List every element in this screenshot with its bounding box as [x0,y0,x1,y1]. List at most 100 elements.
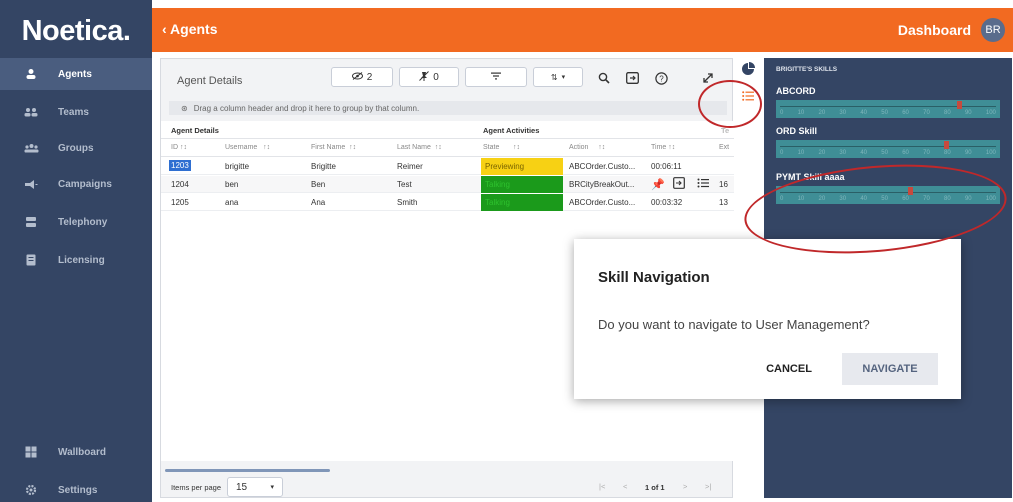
list-icon[interactable] [742,88,754,106]
sidebar-item-agents[interactable]: Agents [0,58,152,90]
dashboard-link[interactable]: Dashboard [898,22,971,38]
items-per-page-select[interactable]: 15 ▾ [227,477,283,497]
sidebar-item-campaigns[interactable]: Campaigns [0,168,152,200]
skill-scale-tick: 50 [881,150,888,156]
skill-level-bar[interactable]: 0 10 20 30 40 50 60 70 80 90 100 [776,186,1000,204]
first-page-icon[interactable]: |< [599,482,605,491]
filter-icon [491,72,501,83]
sidebar-item-settings[interactable]: Settings [0,474,152,502]
cell-action: ABCOrder.Custo... [569,162,636,171]
prev-page-icon[interactable]: < [623,482,627,491]
col-header-id[interactable]: ID ↑↕ [171,144,187,151]
groups-icon [20,143,42,153]
skill-scale-tick: 30 [839,110,847,116]
skill-scale-tick: 20 [818,150,826,156]
col-header-username[interactable]: Username ↑↕ [225,144,270,151]
dialog-title: Skill Navigation [598,269,710,286]
col-header-ext[interactable]: Ext [719,144,729,151]
dialog-message: Do you want to navigate to User Manageme… [598,317,870,332]
sidebar-item-licensing[interactable]: Licensing [0,244,152,276]
filter-button[interactable] [465,67,527,87]
pinned-count: 0 [433,71,439,83]
table-row[interactable]: 1204 ben Ben Test Talking BRCityBreakOut… [161,176,734,193]
items-per-page-label: Items per page [171,483,222,492]
hidden-columns-button[interactable]: 2 [331,67,393,87]
skill-scale-tick: 30 [839,150,847,156]
skill-scale-tick: 100 [985,110,996,116]
group-header-truncated: Te [721,126,730,135]
skill-scale-tick: 70 [923,110,930,116]
sidebar-item-label: Telephony [58,216,108,228]
col-header-first-name[interactable]: First Name ↑↕ [311,144,356,151]
back-link-agents[interactable]: ‹ Agents [162,21,217,37]
cell-action: ABCOrder.Custo... [569,198,636,207]
col-header-state[interactable]: State ↑↕ [483,144,520,151]
horizontal-scrollbar[interactable] [165,469,330,472]
cell-state: Talking [485,198,510,207]
table-row[interactable]: 1203 brigitte Brigitte Reimer Previewing… [161,158,734,175]
skill-scale-tick: 80 [944,110,951,116]
help-icon[interactable]: ? [652,69,670,87]
group-drop-zone[interactable]: ⊛ Drag a column header and drop it here … [169,101,727,115]
skill-scale-tick: 0 [780,196,784,202]
col-header-action[interactable]: Action ↑↕ [569,144,605,151]
table-row[interactable]: 1205 ana Ana Smith Talking ABCOrder.Cust… [161,194,734,211]
noetica-logo: Noetica. [6,8,146,54]
sidebar-item-label: Campaigns [58,178,112,190]
next-page-icon[interactable]: > [683,482,687,491]
cell-state: Talking [485,180,510,189]
skill-scale-tick: 0 [780,110,784,116]
sidebar-item-telephony[interactable]: Telephony [0,206,152,238]
cell-id-selected[interactable]: 1203 [169,160,191,171]
last-page-icon[interactable]: >| [705,482,711,491]
eye-off-icon [351,71,363,83]
cell-first-name: Brigitte [311,162,336,171]
skill-level-marker[interactable] [944,141,950,149]
skill-name: ORD Skill [776,126,818,136]
sort-dropdown-button[interactable]: ⇅ ▾ [533,67,583,87]
sidebar-item-groups[interactable]: Groups [0,132,152,164]
cell-username: brigitte [225,162,250,171]
skill-scale-tick: 40 [860,196,868,202]
sidebar-item-label: Agents [58,68,92,80]
skill-scale-tick: 70 [923,150,930,156]
search-icon[interactable] [595,69,613,87]
row-menu-icon[interactable] [697,178,709,190]
cell-id: 1205 [171,198,189,207]
telephony-icon [20,216,42,228]
export-icon[interactable] [623,69,641,87]
skill-level-marker[interactable] [907,187,913,195]
skill-scale-tick: 50 [881,110,888,116]
skill-scale: 0 10 20 30 40 50 60 70 80 90 100 [780,110,996,117]
cell-ext: 13 [719,198,728,207]
skill-scale-tick: 90 [964,110,972,116]
group-header-agent-details: Agent Details [171,126,219,135]
cell-first-name: Ben [311,180,326,189]
avatar[interactable]: BR [981,18,1005,42]
pin-icon[interactable]: 📌 [651,178,665,191]
cell-last-name: Smith [397,198,418,207]
cancel-button[interactable]: CANCEL [754,353,824,385]
sidebar-item-wallboard[interactable]: Wallboard [0,436,152,468]
row-export-icon[interactable] [673,177,685,191]
skill-scale-tick: 10 [797,110,805,116]
skill-scale-tick: 20 [818,196,826,202]
cell-username: ana [225,198,239,207]
skill-level-marker[interactable] [957,101,963,109]
hidden-count: 2 [366,71,373,83]
pie-chart-icon[interactable] [741,62,755,81]
sidebar-item-teams[interactable]: Teams [0,96,152,128]
svg-text:?: ? [659,74,664,83]
column-header-row: ID ↑↕ Username ↑↕ First Name ↑↕ Last Nam… [161,139,734,157]
skill-scale-tick: 20 [818,110,826,116]
navigate-button[interactable]: NAVIGATE [842,353,938,385]
col-header-last-name[interactable]: Last Name ↑↕ [397,144,442,151]
megaphone-icon [20,179,42,190]
unpin-button[interactable]: 0 [399,67,459,87]
col-header-time[interactable]: Time ↑↕ [651,144,675,151]
skill-navigation-dialog: Skill Navigation Do you want to navigate… [574,239,961,399]
skill-level-bar[interactable]: 0 10 20 30 40 50 60 70 80 90 100 [776,100,1000,118]
top-bar: ‹ Agents Dashboard BR [152,8,1013,52]
expand-icon[interactable] [699,69,717,87]
skill-level-bar[interactable]: 0 10 20 30 40 50 60 70 80 90 100 [776,140,1000,158]
